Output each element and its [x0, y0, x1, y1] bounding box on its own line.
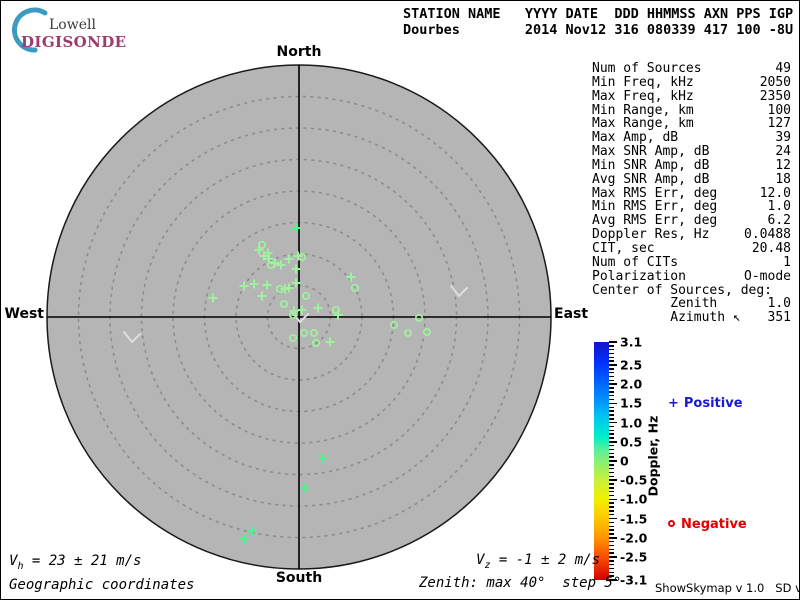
software-version: ShowSkymap v 1.0 SD v 5.1 — [655, 581, 799, 595]
doppler-colorbar-ticks: 3.1 2.5 2.0 1.5 1.0 0.5 0 -0.5 -1.0 -1.5 -2.0 -2.5 -… — [609, 335, 649, 588]
colorbar-major-tick — [609, 556, 617, 558]
colorbar-minor-tick — [609, 360, 614, 362]
colorbar-minor-tick — [609, 525, 614, 527]
skymap-plot — [46, 64, 552, 570]
colorbar-minor-tick — [609, 356, 614, 359]
colorbar-tick-label: 1.0 — [620, 415, 643, 431]
compass-east-label: East — [554, 306, 589, 322]
horizontal-velocity-readout: Vh = 23 ± 21 m/s — [9, 553, 141, 572]
compass-west-label: West — [4, 306, 44, 322]
colorbar-minor-tick — [609, 475, 614, 478]
colorbar-minor-tick — [609, 348, 614, 351]
colorbar-minor-tick — [609, 521, 614, 524]
colorbar-minor-tick — [609, 502, 614, 504]
colorbar-minor-tick — [609, 352, 614, 355]
skymap-window: Lowell DIGISONDE STATION NAME YYYY DATE … — [0, 0, 800, 600]
colorbar-tick-label: 1.5 — [620, 395, 643, 411]
colorbar-minor-tick — [609, 437, 614, 439]
colorbar-minor-tick — [609, 548, 614, 551]
colorbar-minor-tick — [609, 425, 614, 428]
colorbar-minor-tick — [609, 494, 614, 497]
colorbar-minor-tick — [609, 483, 614, 485]
negative-doppler-legend: Negative — [668, 517, 747, 532]
colorbar-minor-tick — [609, 410, 614, 412]
colorbar-tick-label: 2.0 — [620, 376, 643, 392]
circle-marker-icon — [668, 520, 675, 527]
colorbar-minor-tick — [609, 391, 614, 393]
colorbar-minor-tick — [609, 467, 614, 470]
positive-doppler-legend: + Positive — [668, 396, 743, 411]
colorbar-minor-tick — [609, 452, 614, 455]
colorbar-minor-tick — [609, 540, 614, 543]
vz-value: = -1 ± 2 m/s — [490, 552, 601, 568]
colorbar-major-tick — [609, 402, 617, 405]
colorbar-tick-label: -1.0 — [620, 491, 648, 507]
colorbar-major-tick — [609, 341, 617, 343]
colorbar-major-tick — [609, 441, 617, 443]
colorbar-major-tick — [609, 498, 617, 501]
coordinate-system-label: Geographic coordinates — [9, 577, 195, 593]
colorbar-minor-tick — [609, 571, 614, 574]
colorbar-minor-tick — [609, 414, 614, 416]
colorbar-tick-label: -2.0 — [620, 530, 648, 546]
colorbar-minor-tick — [609, 567, 614, 570]
colorbar-tick-label: 2.5 — [620, 357, 643, 373]
colorbar-minor-tick — [609, 456, 614, 458]
colorbar-tick-label: -0.5 — [620, 472, 648, 488]
negative-legend-label: Negative — [681, 517, 747, 532]
plus-marker-icon: + — [668, 396, 679, 411]
colorbar-minor-tick — [609, 429, 614, 432]
colorbar-minor-tick — [609, 375, 614, 378]
zenith-range-note: Zenith: max 40° step 5° — [419, 575, 622, 591]
colorbar-minor-tick — [609, 387, 614, 389]
colorbar-minor-tick — [609, 444, 614, 447]
colorbar-minor-tick — [609, 345, 614, 347]
doppler-axis-label: Doppler, Hz — [645, 415, 661, 497]
colorbar-minor-tick — [609, 398, 614, 401]
vh-value: = 23 ± 21 m/s — [23, 553, 142, 569]
colorbar-minor-tick — [609, 533, 614, 535]
colorbar-minor-tick — [609, 418, 614, 420]
colorbar-minor-tick — [609, 394, 614, 397]
colorbar-minor-tick — [609, 464, 614, 466]
colorbar-tick-label: -3.1 — [620, 572, 648, 588]
colorbar-minor-tick — [609, 433, 614, 435]
colorbar-major-tick — [609, 479, 617, 481]
colorbar-tick-label: -2.5 — [620, 549, 648, 565]
colorbar-minor-tick — [609, 506, 614, 508]
colorbar-minor-tick — [609, 529, 614, 531]
colorbar-minor-tick — [609, 490, 614, 493]
colorbar-major-tick — [609, 537, 617, 539]
colorbar-minor-tick — [609, 448, 614, 451]
colorbar-tick-label: 0 — [620, 453, 629, 469]
colorbar-major-tick — [609, 383, 617, 385]
colorbar-minor-tick — [609, 510, 614, 512]
doppler-colorbar — [594, 342, 609, 580]
colorbar-major-tick — [609, 364, 617, 366]
colorbar-minor-tick — [609, 471, 614, 474]
colorbar-minor-tick — [609, 487, 614, 489]
colorbar-minor-tick — [609, 406, 614, 408]
vertical-velocity-readout: Vz = -1 ± 2 m/s — [476, 552, 600, 571]
compass-north-label: North — [276, 44, 322, 60]
colorbar-minor-tick — [609, 513, 614, 516]
colorbar-minor-tick — [609, 552, 614, 554]
colorbar-tick-label: 0.5 — [620, 434, 643, 450]
colorbar-tick-label: -1.5 — [620, 511, 648, 527]
colorbar-minor-tick — [609, 560, 614, 562]
colorbar-minor-tick — [609, 368, 614, 370]
colorbar-major-tick — [609, 517, 617, 520]
colorbar-major-tick — [609, 421, 617, 424]
colorbar-minor-tick — [609, 563, 614, 566]
colorbar-minor-tick — [609, 379, 614, 382]
positive-legend-label: Positive — [683, 396, 743, 411]
colorbar-tick-label: 3.1 — [620, 334, 643, 350]
colorbar-minor-tick — [609, 544, 614, 547]
colorbar-major-tick — [609, 460, 617, 462]
colorbar-minor-tick — [609, 371, 614, 374]
